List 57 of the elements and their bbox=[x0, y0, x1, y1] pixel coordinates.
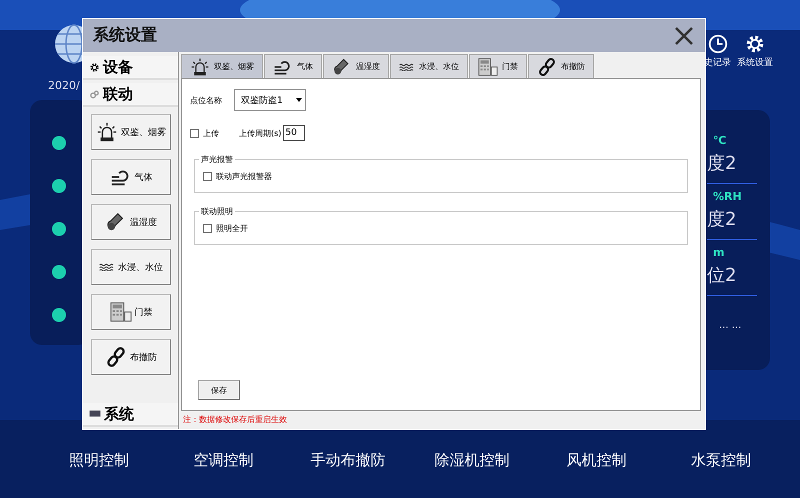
window-title: 系统设置 bbox=[93, 25, 157, 46]
gear-icon bbox=[89, 62, 100, 72]
alarm-light-icon bbox=[190, 56, 210, 76]
checkbox[interactable]: 上传 bbox=[190, 128, 219, 138]
sensor-name: 位2 bbox=[707, 264, 738, 287]
control-label[interactable]: 手动布撤防 bbox=[288, 451, 407, 470]
sensor-name: 度2 bbox=[707, 208, 738, 231]
tab[interactable]: 布撤防 bbox=[528, 54, 594, 78]
checkbox[interactable]: 照明全开 bbox=[203, 222, 248, 234]
sidebar-section[interactable]: 设备 bbox=[83, 56, 178, 80]
sidebar-button[interactable]: 门禁 bbox=[91, 294, 171, 330]
control-label[interactable]: 空调控制 bbox=[164, 451, 282, 470]
waves-icon bbox=[399, 62, 415, 70]
chain-icon bbox=[105, 346, 127, 368]
more-text: ... ... bbox=[718, 320, 742, 331]
unit-text: ℃ bbox=[712, 134, 728, 147]
keypad-icon bbox=[478, 56, 498, 76]
input-field[interactable]: 50 bbox=[283, 125, 306, 141]
unit-text: m bbox=[712, 246, 726, 259]
checkbox[interactable]: 联动声光报警器 bbox=[203, 170, 272, 182]
date-text: 2020/ bbox=[48, 79, 80, 92]
link-icon bbox=[89, 88, 100, 100]
tab[interactable]: 双鉴、烟雾 bbox=[181, 54, 263, 78]
save-button[interactable]: 保存 bbox=[198, 380, 240, 400]
sidebar-button[interactable]: 水浸、水位 bbox=[91, 249, 171, 285]
group-title: 声光报警 bbox=[199, 154, 235, 165]
tab[interactable]: 水浸、水位 bbox=[390, 54, 468, 78]
caret-icon bbox=[296, 98, 302, 102]
control-label[interactable]: 除湿机控制 bbox=[413, 451, 532, 470]
sidebar-button[interactable]: 布撤防 bbox=[91, 339, 171, 375]
monitor-icon bbox=[89, 410, 101, 418]
control-label[interactable]: 水泵控制 bbox=[662, 451, 780, 470]
alarm-light-icon bbox=[96, 121, 118, 143]
keypad-icon bbox=[110, 301, 132, 323]
control-label[interactable]: 照明控制 bbox=[40, 451, 158, 470]
sidebar-section[interactable]: 系统 bbox=[83, 403, 178, 427]
tab[interactable]: 气体 bbox=[264, 54, 322, 78]
sidebar-button[interactable]: 双鉴、烟雾 bbox=[91, 114, 171, 150]
clock-icon bbox=[706, 33, 728, 55]
gear-icon bbox=[744, 33, 766, 55]
waves-icon bbox=[99, 263, 115, 271]
dropdown[interactable]: 双鉴防盗1 bbox=[234, 89, 306, 111]
group-title: 联动照明 bbox=[199, 206, 235, 217]
sensor-name: 度2 bbox=[707, 152, 738, 175]
chain-icon bbox=[537, 56, 557, 76]
sidebar-button[interactable]: 气体 bbox=[91, 159, 171, 195]
close-icon[interactable] bbox=[675, 26, 693, 44]
field-label: 点位名称 bbox=[190, 94, 222, 106]
note-text: 注：数据修改保存后重启生效 bbox=[182, 414, 288, 426]
field-label: 上传周期(s) bbox=[239, 128, 282, 138]
sidebar-section[interactable]: 联动 bbox=[83, 83, 178, 107]
unit-text: %RH bbox=[712, 190, 743, 203]
sidebar-button[interactable]: 温湿度 bbox=[91, 204, 171, 240]
control-label[interactable]: 风机控制 bbox=[538, 451, 656, 470]
tab[interactable]: 温湿度 bbox=[323, 54, 389, 78]
tab[interactable]: 门禁 bbox=[469, 54, 527, 78]
header-action-label[interactable]: 系统设置 bbox=[737, 56, 773, 69]
